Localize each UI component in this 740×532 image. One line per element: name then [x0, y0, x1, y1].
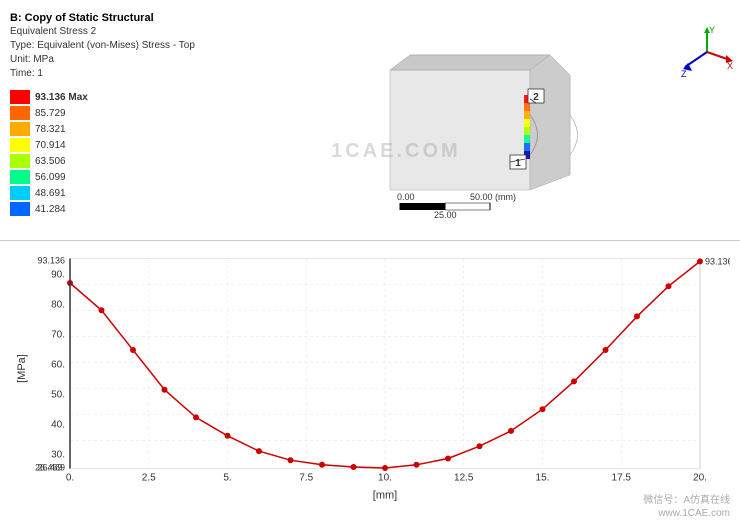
- legend-color-3: [10, 138, 30, 152]
- legend-label-0: 93.136 Max: [35, 92, 88, 103]
- viewport: 1 2 0.00 25.00 50.00 (mm) Y Z: [220, 10, 740, 240]
- legend-label-1: 85.729: [35, 108, 66, 119]
- legend-item-3: 70.914: [10, 137, 220, 153]
- svg-text:70.: 70.: [51, 330, 65, 341]
- svg-text:20.: 20.: [693, 473, 707, 484]
- svg-text:[mm]: [mm]: [373, 490, 397, 502]
- svg-text:80.: 80.: [51, 300, 65, 311]
- svg-text:26.469: 26.469: [35, 463, 63, 473]
- legend-label-7: 41.284: [35, 204, 66, 215]
- legend-color-4: [10, 154, 30, 168]
- data-point-11: [414, 462, 420, 468]
- legend-color-6: [10, 186, 30, 200]
- svg-text:93.136: 93.136: [705, 257, 730, 267]
- svg-text:Z: Z: [681, 69, 687, 79]
- legend-label-4: 63.506: [35, 156, 66, 167]
- data-point-16: [571, 378, 577, 384]
- svg-text:60.: 60.: [51, 360, 65, 371]
- svg-text:Y: Y: [709, 25, 715, 35]
- svg-text:93.136: 93.136: [37, 256, 65, 266]
- subtitle2: Type: Equivalent (von-Mises) Stress - To…: [10, 39, 220, 53]
- svg-text:7.5: 7.5: [299, 473, 313, 484]
- legend-label-2: 78.321: [35, 124, 66, 135]
- svg-text:0.00: 0.00: [397, 192, 415, 202]
- data-point-10: [382, 465, 388, 471]
- data-point-6: [256, 448, 262, 454]
- legend-color-5: [10, 170, 30, 184]
- svg-text:30.: 30.: [51, 450, 65, 461]
- legend-item-0: 93.136 Max: [10, 89, 220, 105]
- svg-text:40.: 40.: [51, 420, 65, 431]
- data-point-12: [445, 456, 451, 462]
- chart-area: 90. 80. 70. 60. 50. 40. 30. 93.136 26.46…: [10, 246, 730, 511]
- unit-label: Unit: MPa: [10, 53, 220, 67]
- svg-text:12.5: 12.5: [454, 473, 474, 484]
- data-point-9: [351, 464, 357, 470]
- time-label: Time: 1: [10, 67, 220, 81]
- legend-color-2: [10, 122, 30, 136]
- stress-chart: 90. 80. 70. 60. 50. 40. 30. 93.136 26.46…: [10, 246, 730, 511]
- data-point-1: [99, 307, 105, 313]
- svg-text:50.00 (mm): 50.00 (mm): [470, 192, 516, 202]
- data-point-7: [288, 457, 294, 463]
- part-3d-view: 1 2 0.00 25.00 50.00 (mm): [350, 35, 610, 220]
- data-point-5: [225, 433, 231, 439]
- svg-text:[MPa]: [MPa]: [16, 354, 28, 383]
- legend-label-6: 48.691: [35, 188, 66, 199]
- legend-item-7: 41.284: [10, 201, 220, 217]
- svg-text:10.: 10.: [378, 473, 392, 484]
- svg-text:50.: 50.: [51, 390, 65, 401]
- legend-label-3: 70.914: [35, 140, 66, 151]
- legend-label-5: 56.099: [35, 172, 66, 183]
- data-point-18: [634, 313, 640, 319]
- watermark-url: www.1CAE.com: [658, 508, 730, 519]
- watermark-wechat: 微信号：A仿真在线: [643, 491, 730, 506]
- legend-item-5: 56.099: [10, 169, 220, 185]
- svg-text:15.: 15.: [536, 473, 550, 484]
- data-point-17: [603, 347, 609, 353]
- svg-text:0.: 0.: [66, 473, 74, 484]
- subtitle1: Equivalent Stress 2: [10, 25, 220, 39]
- info-panel: B: Copy of Static Structural Equivalent …: [10, 10, 220, 240]
- svg-text:X: X: [727, 61, 733, 71]
- data-point-2: [130, 347, 136, 353]
- page-title: B: Copy of Static Structural: [10, 12, 220, 24]
- data-point-20: [697, 258, 703, 264]
- legend-color-1: [10, 106, 30, 120]
- legend-item-6: 48.691: [10, 185, 220, 201]
- svg-text:2.5: 2.5: [142, 473, 156, 484]
- data-point-3: [162, 387, 168, 393]
- data-point-14: [508, 428, 514, 434]
- svg-text:17.5: 17.5: [612, 473, 632, 484]
- bottom-section: 90. 80. 70. 60. 50. 40. 30. 93.136 26.46…: [0, 241, 740, 521]
- legend: 93.136 Max 85.729 78.321 70.914 63.506 5…: [10, 89, 220, 217]
- axes-indicator: Y Z X: [680, 25, 735, 80]
- top-section: B: Copy of Static Structural Equivalent …: [0, 0, 740, 240]
- svg-text:5.: 5.: [223, 473, 231, 484]
- legend-color-7: [10, 202, 30, 216]
- legend-item-1: 85.729: [10, 105, 220, 121]
- data-point-4: [193, 414, 199, 420]
- legend-item-4: 63.506: [10, 153, 220, 169]
- data-point-15: [540, 406, 546, 412]
- svg-text:25.00: 25.00: [434, 210, 457, 220]
- data-point-8: [319, 462, 325, 468]
- svg-text:90.: 90.: [51, 270, 65, 281]
- data-point-13: [477, 443, 483, 449]
- legend-item-2: 78.321: [10, 121, 220, 137]
- legend-color-0: [10, 90, 30, 104]
- data-point-19: [666, 283, 672, 289]
